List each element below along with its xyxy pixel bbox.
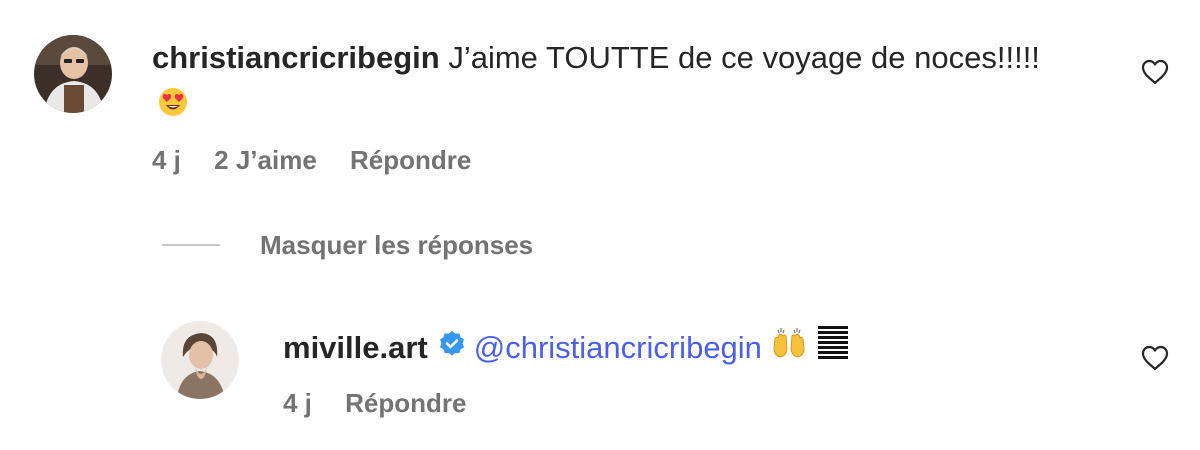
avatar-christiancricribegin[interactable]: [34, 35, 112, 113]
reply-mention-link[interactable]: @christiancricribegin: [474, 328, 762, 368]
reply-text: miville.art @christiancricribegin: [283, 326, 848, 370]
like-heart-icon[interactable]: [1141, 59, 1169, 90]
verified-badge-icon: [438, 328, 466, 368]
raised-hands-emoji-icon: [772, 327, 806, 369]
comment-body: J’aime TOUTTE de ce voyage de noces!!!!!: [448, 40, 1040, 75]
reply-reply-button[interactable]: Répondre: [345, 388, 466, 419]
reply-meta: 4 j Répondre: [283, 388, 493, 419]
reply-username[interactable]: miville.art: [283, 328, 428, 368]
striped-bars-icon: [817, 326, 848, 370]
replies-divider: [162, 244, 220, 246]
comment-username[interactable]: christiancricribegin: [152, 40, 440, 75]
hide-replies-label: Masquer les réponses: [260, 229, 534, 260]
reply-timestamp[interactable]: 4 j: [283, 388, 312, 419]
comment-text: christiancricribegin J’aime TOUTTE de ce…: [152, 36, 1052, 129]
comment-likes-count[interactable]: 2 J’aime: [214, 145, 317, 176]
comment-reply-button[interactable]: Répondre: [350, 145, 471, 176]
heart-eyes-emoji-icon: [158, 85, 188, 129]
comment-meta: 4 j 2 J’aime Répondre: [152, 145, 497, 176]
reply-like-heart-icon[interactable]: [1141, 345, 1169, 376]
avatar-miville-art[interactable]: [161, 321, 239, 399]
comment-timestamp[interactable]: 4 j: [152, 145, 181, 176]
hide-replies-toggle[interactable]: Masquer les réponses: [162, 228, 533, 262]
